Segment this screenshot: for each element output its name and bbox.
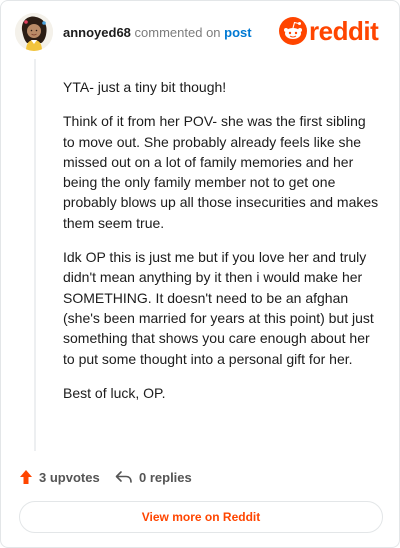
commented-on-text: commented on <box>134 25 221 40</box>
reply-button[interactable]: 0 replies <box>115 467 192 487</box>
comment-paragraph: YTA- just a tiny bit though! <box>63 79 227 95</box>
comment-body: YTA- just a tiny bit though! Think of it… <box>63 77 381 417</box>
comment-meta: annoyed68 commented on post <box>63 25 252 40</box>
comment-paragraph: Think of it from her POV- she was the fi… <box>63 113 379 231</box>
post-link[interactable]: post <box>224 25 251 40</box>
comment-paragraph: Best of luck, OP. <box>63 384 166 401</box>
view-more-label: View more on Reddit <box>141 510 261 524</box>
reddit-wordmark: reddit <box>309 16 379 46</box>
view-more-button[interactable]: View more on Reddit <box>19 501 383 533</box>
reply-count: 0 replies <box>139 469 192 485</box>
comment-header: annoyed68 commented on post reddit <box>15 13 387 55</box>
author-name[interactable]: annoyed68 <box>63 25 131 40</box>
reply-arrow-icon <box>115 471 132 483</box>
upvote-button[interactable]: 3 upvotes <box>19 467 100 487</box>
reddit-logo-icon <box>279 17 307 45</box>
avatar[interactable] <box>15 13 53 51</box>
thread-line <box>34 59 36 451</box>
avatar-illustration <box>15 13 53 51</box>
upvote-arrow-icon <box>20 470 32 484</box>
comment-paragraph: Idk OP this is just me but if you love h… <box>63 249 374 367</box>
reddit-comment-card: annoyed68 commented on post reddit YTA- … <box>0 0 400 548</box>
reddit-brand[interactable]: reddit <box>279 16 387 47</box>
upvote-count: 3 upvotes <box>39 469 100 485</box>
